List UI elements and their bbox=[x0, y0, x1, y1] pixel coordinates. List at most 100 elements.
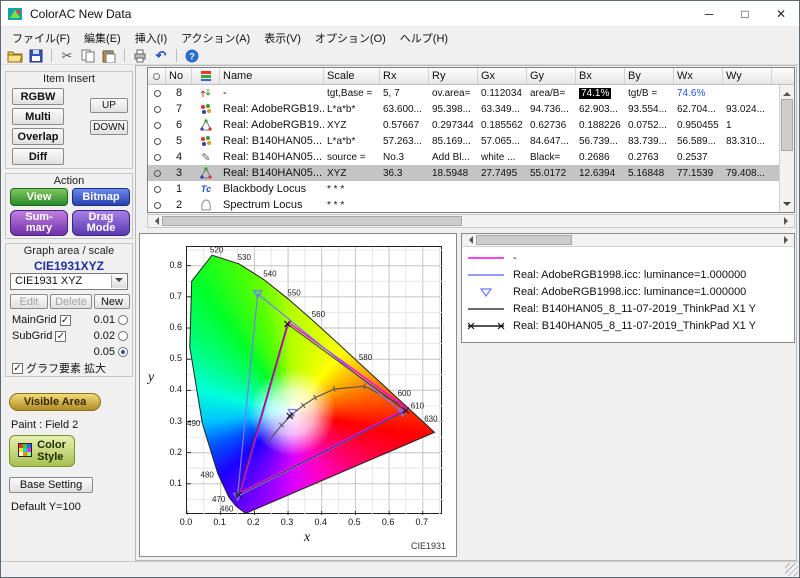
column-header-wx[interactable]: Wx bbox=[674, 68, 723, 84]
menu-item[interactable]: オプション(O) bbox=[308, 28, 393, 48]
copy-icon[interactable] bbox=[79, 48, 97, 64]
scroll-down-icon[interactable] bbox=[780, 199, 794, 212]
title-bar[interactable]: ColorAC New Data ─ □ ✕ bbox=[1, 1, 799, 27]
legend-entry[interactable]: Real: B140HAN05_8_11-07-2019_ThinkPad X1… bbox=[466, 300, 790, 317]
column-header-by[interactable]: By bbox=[625, 68, 674, 84]
visible-area-button[interactable]: Visible Area bbox=[9, 393, 101, 411]
help-icon[interactable]: ? bbox=[183, 48, 201, 64]
item-name: Real: B140HAN05... bbox=[223, 167, 323, 179]
zoom-checkbox[interactable] bbox=[12, 362, 23, 374]
summary-button[interactable]: Sum- mary bbox=[10, 210, 68, 236]
scale-dropdown[interactable]: CIE1931 XYZ bbox=[10, 273, 128, 290]
table-row[interactable]: 8 - tgt,Base = 5, 7 ov.area= 0.112034 area/B= 7… bbox=[148, 85, 779, 101]
legend-label: Real: AdobeRGB1998.icc: luminance=1.0000… bbox=[513, 268, 747, 281]
column-header-no[interactable]: No bbox=[166, 68, 192, 84]
scroll-up-icon[interactable] bbox=[780, 85, 794, 98]
up-button[interactable]: UP bbox=[90, 98, 128, 113]
legend-items: - Real: AdobeRGB1998.icc: luminance=1.000… bbox=[462, 248, 794, 342]
column-header-rx[interactable]: Rx bbox=[380, 68, 429, 84]
column-header-bx[interactable]: Bx bbox=[576, 68, 625, 84]
plot-toggle-icon[interactable] bbox=[148, 89, 166, 97]
legend-label: - bbox=[513, 251, 517, 264]
menu-item[interactable]: 挿入(I) bbox=[128, 28, 174, 48]
view-button[interactable]: View bbox=[10, 188, 68, 206]
left-panel: Item Insert RGBW Multi Overlap Diff UP D… bbox=[1, 65, 137, 561]
scroll-left-icon[interactable] bbox=[148, 215, 161, 227]
overlap-button[interactable]: Overlap bbox=[12, 128, 64, 145]
down-button[interactable]: DOWN bbox=[90, 120, 128, 135]
table-vertical-scrollbar[interactable] bbox=[779, 85, 794, 212]
vertical-scroll-thumb[interactable] bbox=[781, 99, 793, 151]
menu-item[interactable]: 編集(E) bbox=[77, 28, 128, 48]
menu-item[interactable]: 表示(V) bbox=[257, 28, 308, 48]
table-row[interactable]: 7 Real: AdobeRGB19... L*a*b* 63.600... 95.39… bbox=[148, 101, 779, 117]
delete-button[interactable]: Delete bbox=[50, 294, 92, 309]
maingrid-checkbox[interactable] bbox=[59, 314, 71, 326]
grid-radio-005[interactable] bbox=[118, 347, 128, 357]
maximize-icon[interactable]: □ bbox=[727, 1, 763, 26]
legend-scroll-right-icon[interactable] bbox=[781, 234, 794, 246]
legend-scroll-thumb[interactable] bbox=[476, 235, 572, 245]
row-number: 6 bbox=[175, 119, 183, 131]
column-header-name[interactable]: Name bbox=[220, 68, 324, 84]
table-row[interactable]: 4 ✎ Real: B140HAN05... source = No.3 Add Bl..… bbox=[148, 149, 779, 165]
base-setting-button[interactable]: Base Setting bbox=[9, 477, 93, 493]
legend-entry[interactable]: - bbox=[466, 249, 790, 266]
legend-entry[interactable]: Real: AdobeRGB1998.icc: luminance=1.0000… bbox=[466, 266, 790, 283]
plot-toggle-icon[interactable] bbox=[148, 137, 166, 145]
horizontal-scroll-thumb[interactable] bbox=[162, 216, 462, 226]
subgrid-checkbox[interactable] bbox=[55, 330, 67, 342]
menu-item[interactable]: ファイル(F) bbox=[5, 28, 77, 48]
table-horizontal-scrollbar[interactable] bbox=[147, 214, 795, 228]
item-column-header-icon[interactable] bbox=[192, 68, 220, 84]
table-row[interactable]: 2 Spectrum Locus * * * bbox=[148, 197, 779, 212]
bitmap-button[interactable]: Bitmap bbox=[72, 188, 130, 206]
minimize-icon[interactable]: ─ bbox=[691, 1, 727, 26]
chromaticity-plot[interactable]: 520 530 540 550 560 580 600 610 630 490 480 470 460 bbox=[186, 246, 443, 515]
menu-item[interactable]: ヘルプ(H) bbox=[393, 28, 455, 48]
plot-toggle-icon[interactable] bbox=[148, 201, 166, 209]
column-header-ry[interactable]: Ry bbox=[429, 68, 478, 84]
table-row[interactable]: 3 Real: B140HAN05... XYZ 36.3 18.5948 27.7495… bbox=[148, 165, 779, 181]
column-header-scale[interactable]: Scale bbox=[324, 68, 380, 84]
row-number: 2 bbox=[175, 199, 183, 211]
undo-icon[interactable]: ↶ bbox=[152, 48, 170, 64]
print-icon[interactable] bbox=[131, 48, 149, 64]
plot-toggle-icon[interactable] bbox=[148, 153, 166, 161]
resize-grip-icon[interactable] bbox=[785, 563, 798, 576]
grid-radio-001[interactable] bbox=[118, 315, 128, 325]
legend-scroll-left-icon[interactable] bbox=[462, 234, 475, 246]
table-row[interactable]: 5 Real: B140HAN05... L*a*b* 57.263... 85.169… bbox=[148, 133, 779, 149]
table-row[interactable]: 6 Real: AdobeRGB19... XYZ 0.57667 0.297344 0.… bbox=[148, 117, 779, 133]
close-icon[interactable]: ✕ bbox=[763, 1, 799, 26]
diff-button[interactable]: Diff bbox=[12, 148, 64, 165]
multi-button[interactable]: Multi bbox=[12, 108, 64, 125]
diff-icon bbox=[192, 87, 220, 99]
plot-column-header-icon[interactable] bbox=[148, 68, 166, 84]
cut-icon[interactable]: ✂ bbox=[58, 48, 76, 64]
column-header-gx[interactable]: Gx bbox=[478, 68, 527, 84]
item-name: Real: B140HAN05... bbox=[223, 151, 323, 163]
plot-toggle-icon[interactable] bbox=[148, 121, 166, 129]
column-header-gy[interactable]: Gy bbox=[527, 68, 576, 84]
new-button[interactable]: New bbox=[94, 294, 130, 309]
color-style-button[interactable]: Color Style bbox=[9, 435, 75, 467]
legend-scrollbar[interactable] bbox=[462, 234, 794, 247]
dropdown-arrow-icon[interactable] bbox=[111, 275, 126, 288]
plot-toggle-icon[interactable] bbox=[148, 169, 166, 177]
paste-icon[interactable] bbox=[100, 48, 118, 64]
rgbw-button[interactable]: RGBW bbox=[12, 88, 64, 105]
table-row[interactable]: 1 Tc Blackbody Locus * * * bbox=[148, 181, 779, 197]
drag-mode-button[interactable]: Drag Mode bbox=[72, 210, 130, 236]
legend-entry[interactable]: Real: AdobeRGB1998.icc: luminance=1.0000… bbox=[466, 283, 790, 300]
legend-entry[interactable]: Real: B140HAN05_8_11-07-2019_ThinkPad X1… bbox=[466, 317, 790, 334]
save-icon[interactable] bbox=[27, 48, 45, 64]
menu-item[interactable]: アクション(A) bbox=[174, 28, 257, 48]
edit-button[interactable]: Edit bbox=[10, 294, 48, 309]
plot-toggle-icon[interactable] bbox=[148, 105, 166, 113]
open-folder-icon[interactable] bbox=[6, 48, 24, 64]
grid-radio-002[interactable] bbox=[118, 331, 128, 341]
column-header-wy[interactable]: Wy bbox=[723, 68, 772, 84]
plot-toggle-icon[interactable] bbox=[148, 185, 166, 193]
scroll-right-icon[interactable] bbox=[781, 215, 794, 227]
